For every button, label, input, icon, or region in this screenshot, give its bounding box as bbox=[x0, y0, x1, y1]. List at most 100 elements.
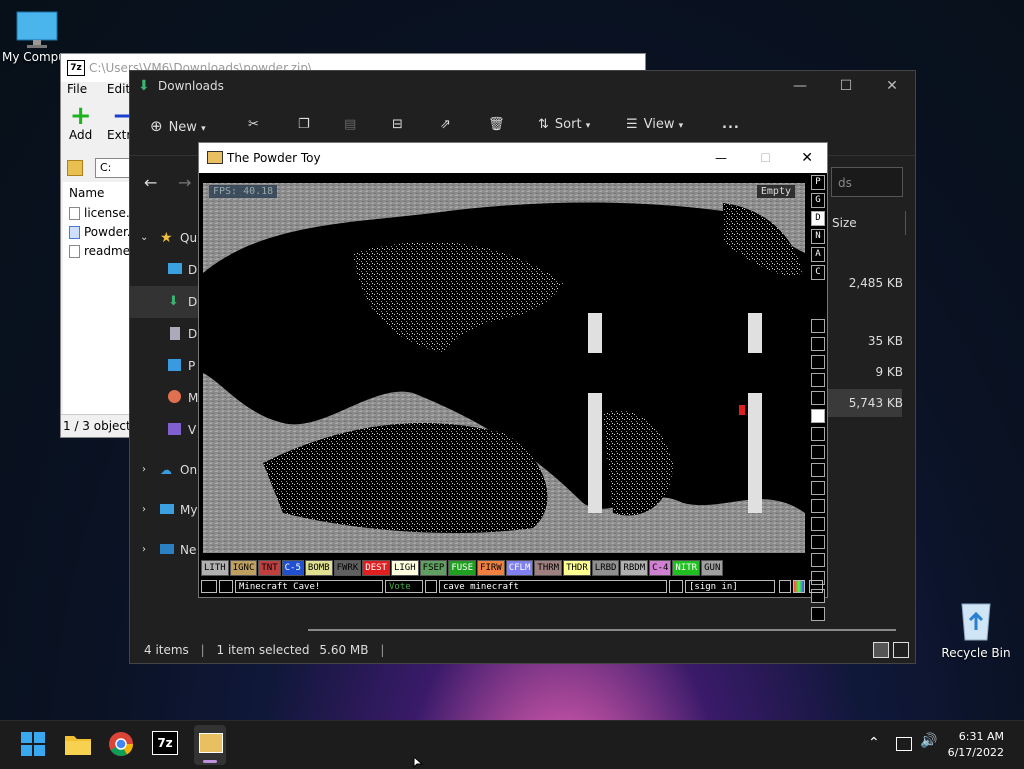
start-button[interactable] bbox=[20, 731, 48, 759]
element-button-thdr[interactable]: THDR bbox=[563, 560, 591, 576]
element-button-rbdm[interactable]: RBDM bbox=[620, 560, 649, 576]
maximize-icon[interactable]: ☐ bbox=[760, 143, 771, 173]
menu-edit[interactable]: Edit bbox=[107, 82, 130, 96]
render-options-icon[interactable] bbox=[793, 580, 805, 593]
sidebar-button-g[interactable]: G bbox=[811, 193, 825, 208]
element-button-lith[interactable]: LITH bbox=[201, 560, 229, 576]
document-icon bbox=[69, 207, 80, 220]
copy-icon[interactable]: ❐ bbox=[298, 117, 310, 132]
rename-icon[interactable]: ⊟ bbox=[392, 117, 403, 132]
element-button-nitr[interactable]: NITR bbox=[672, 560, 701, 576]
document-icon bbox=[69, 245, 80, 258]
category-powders-icon[interactable] bbox=[811, 463, 825, 477]
chrome-taskbar-icon[interactable] bbox=[108, 731, 136, 759]
powdertoy-window[interactable]: The Powder Toy — ☐ ✕ FPS: 40.18 Empty P … bbox=[198, 142, 828, 621]
cloud-icon: ☁ bbox=[160, 463, 172, 477]
save-options-icon[interactable] bbox=[669, 580, 683, 593]
element-button-c4[interactable]: C-4 bbox=[649, 560, 672, 576]
vote-down-button[interactable] bbox=[425, 580, 437, 593]
vote-up-button[interactable]: Vote bbox=[385, 580, 423, 593]
element-button-fwrk[interactable]: FWRK bbox=[333, 560, 362, 576]
sevenzip-taskbar-icon[interactable]: 7z bbox=[152, 731, 180, 759]
element-button-thrm[interactable]: THRM bbox=[534, 560, 563, 576]
open-save-button[interactable] bbox=[201, 580, 217, 593]
sidebar-button-c[interactable]: C bbox=[811, 265, 825, 280]
delete-icon[interactable]: 🗑 bbox=[488, 117, 505, 132]
network-status-icon[interactable] bbox=[896, 737, 912, 751]
category-solids-icon[interactable] bbox=[811, 481, 825, 495]
tiles-view-icon[interactable] bbox=[893, 642, 909, 658]
element-button-cflm[interactable]: CFLM bbox=[505, 560, 534, 576]
element-button-fsep[interactable]: FSEP bbox=[419, 560, 448, 576]
category-sensors-icon[interactable] bbox=[811, 373, 825, 387]
maximize-icon[interactable]: ☐ bbox=[823, 71, 869, 101]
explorer-titlebar[interactable]: ⬇ Downloads — ☐ ✕ bbox=[130, 71, 915, 103]
category-life-icon[interactable] bbox=[811, 535, 825, 549]
category-electronics-icon[interactable] bbox=[811, 337, 825, 351]
music-icon bbox=[168, 390, 181, 403]
category-special-icon[interactable] bbox=[811, 517, 825, 531]
system-clock[interactable]: 6:31 AM 6/17/2022 bbox=[948, 729, 1004, 761]
videos-icon bbox=[168, 423, 181, 435]
element-button-ligh[interactable]: LIGH bbox=[390, 560, 419, 576]
simulation-canvas[interactable] bbox=[203, 183, 805, 553]
element-button-tnt[interactable]: TNT bbox=[258, 560, 281, 576]
mouse-cursor-icon bbox=[413, 757, 424, 768]
more-button[interactable]: ... bbox=[722, 117, 740, 132]
pause-icon[interactable] bbox=[809, 580, 823, 593]
category-radioactive-icon[interactable] bbox=[811, 499, 825, 513]
add-button[interactable]: + Add bbox=[69, 103, 92, 142]
category-force-icon[interactable] bbox=[811, 391, 825, 405]
show-hidden-icons-icon[interactable]: ⌃ bbox=[868, 735, 880, 751]
element-button-firw[interactable]: FIRW bbox=[477, 560, 505, 576]
element-button-gun[interactable]: GUN bbox=[701, 560, 724, 576]
sidebar-button-p[interactable]: P bbox=[811, 175, 825, 190]
share-icon[interactable]: ⇗ bbox=[440, 117, 451, 132]
powdertoy-titlebar[interactable]: The Powder Toy — ☐ ✕ bbox=[199, 143, 827, 173]
category-walls-icon[interactable] bbox=[811, 319, 825, 333]
element-button-dest[interactable]: DEST bbox=[362, 560, 390, 576]
desktop-icon bbox=[168, 263, 182, 274]
sidebar-button-n[interactable]: N bbox=[811, 229, 825, 244]
search-icon[interactable] bbox=[811, 607, 825, 621]
tags-field[interactable]: cave minecraft bbox=[439, 580, 667, 593]
reload-icon[interactable] bbox=[219, 580, 233, 593]
close-icon[interactable]: ✕ bbox=[801, 143, 813, 173]
category-tools-icon[interactable] bbox=[811, 553, 825, 567]
volume-icon[interactable]: 🔊 bbox=[920, 733, 937, 749]
category-powered-icon[interactable] bbox=[811, 355, 825, 369]
column-divider[interactable] bbox=[905, 211, 906, 235]
element-button-bomb[interactable]: BOMB bbox=[304, 560, 333, 576]
element-button-c5[interactable]: C-5 bbox=[281, 560, 304, 576]
close-icon[interactable]: ✕ bbox=[869, 71, 915, 101]
sign-in-button[interactable]: [sign in] bbox=[685, 580, 775, 593]
powdertoy-taskbar-icon[interactable] bbox=[194, 725, 226, 765]
clear-sim-icon[interactable] bbox=[779, 580, 791, 593]
element-button-ignc[interactable]: IGNC bbox=[229, 560, 258, 576]
file-explorer-taskbar-icon[interactable] bbox=[64, 731, 92, 759]
menu-file[interactable]: File bbox=[67, 82, 87, 96]
element-button-lrbd[interactable]: LRBD bbox=[591, 560, 620, 576]
cut-icon[interactable]: ✂ bbox=[248, 117, 259, 132]
category-gases-icon[interactable] bbox=[811, 427, 825, 441]
sort-button[interactable]: ⇅ Sort ▾ bbox=[538, 117, 590, 132]
save-name-field[interactable]: Minecraft Cave! bbox=[235, 580, 383, 593]
paste-icon[interactable]: ▤ bbox=[344, 117, 356, 132]
sidebar-button-a[interactable]: A bbox=[811, 247, 825, 262]
sidebar-button-d[interactable]: D bbox=[811, 211, 825, 226]
desktop-icon-recycle-bin[interactable]: Recycle Bin bbox=[940, 598, 1012, 660]
minimize-icon[interactable]: — bbox=[715, 143, 727, 173]
minimize-icon[interactable]: — bbox=[777, 71, 823, 101]
desktop-icon-label: Recycle Bin bbox=[941, 646, 1011, 660]
category-liquids-icon[interactable] bbox=[811, 445, 825, 459]
category-explosives-icon[interactable] bbox=[811, 409, 825, 423]
column-header-size[interactable]: Size bbox=[832, 216, 857, 230]
search-box[interactable]: ds bbox=[831, 167, 903, 197]
horizontal-scrollbar[interactable] bbox=[308, 629, 896, 631]
element-button-fuse[interactable]: FUSE bbox=[448, 560, 477, 576]
details-view-icon[interactable] bbox=[873, 642, 889, 658]
up-folder-icon[interactable] bbox=[67, 160, 83, 176]
new-button[interactable]: ⊕ New ▾ bbox=[150, 117, 206, 135]
view-button[interactable]: ☰ View ▾ bbox=[626, 117, 683, 132]
chevron-down-icon: ▾ bbox=[678, 121, 684, 131]
